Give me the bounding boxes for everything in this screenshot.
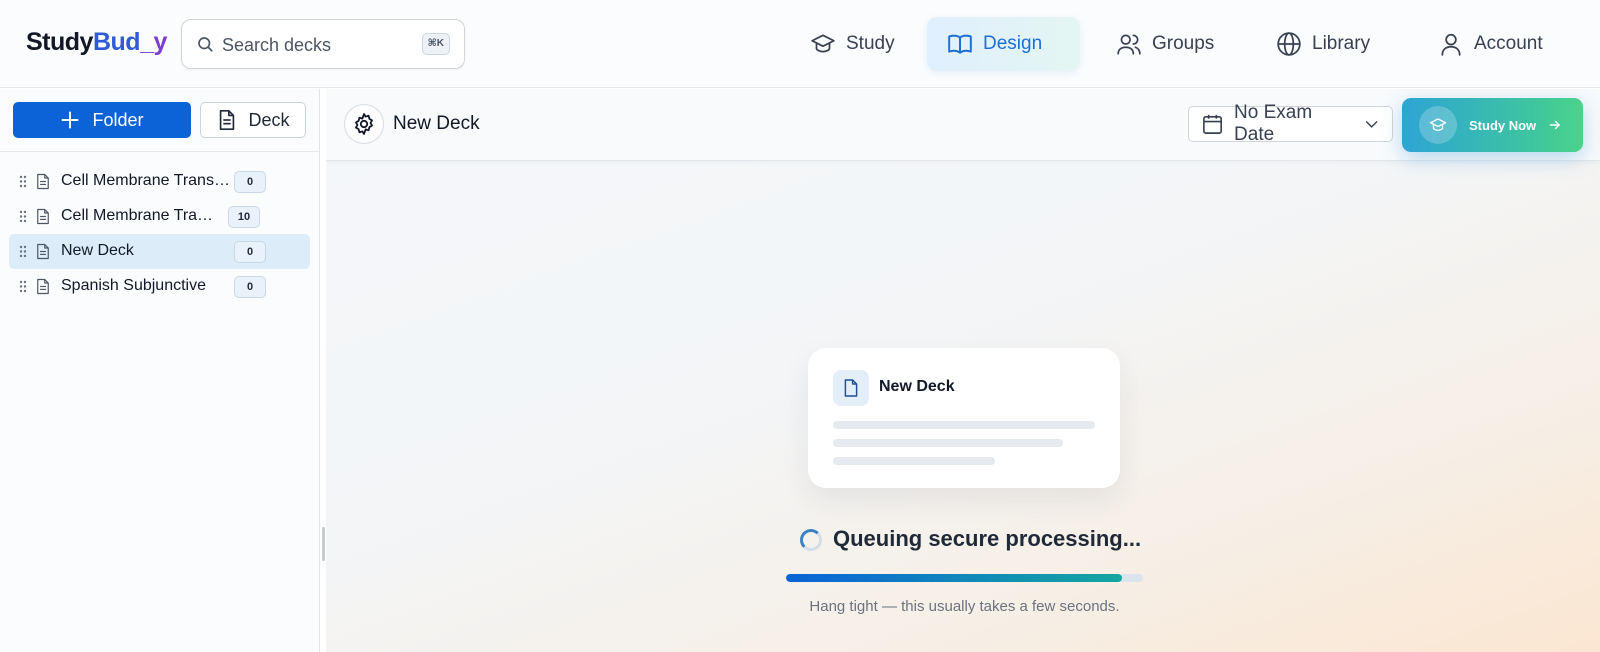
nav-design[interactable]: Design [927, 17, 1080, 71]
search-icon [198, 37, 213, 52]
nav-study[interactable]: Study [790, 17, 915, 71]
logo-text-bud: Bud [92, 28, 141, 56]
nav-account[interactable]: Account [1418, 17, 1563, 71]
deck-card-count: 0 [234, 241, 266, 263]
app-logo[interactable]: StudyBud_y [26, 28, 167, 57]
search-shortcut-badge: ⌘K [421, 33, 450, 55]
graduation-cap-icon [811, 34, 835, 53]
skeleton-line [833, 457, 995, 465]
open-book-icon [948, 34, 972, 54]
user-icon [1441, 33, 1461, 56]
deck-name: Cell Membrane Transport [61, 207, 219, 224]
document-icon [37, 278, 49, 295]
deck-list: Cell Membrane Transport 0 Cell Membrane … [0, 152, 319, 304]
logo-text-suffix: _y [140, 28, 167, 56]
processing-hint: Hang tight — this usually takes a few se… [809, 598, 1120, 615]
search-box[interactable]: ⌘K [181, 19, 465, 69]
nav-account-label: Account [1474, 33, 1543, 54]
card-title: New Deck [879, 378, 955, 395]
drag-handle-icon[interactable] [19, 280, 27, 293]
exam-date-select[interactable]: No Exam Date [1188, 102, 1393, 145]
document-icon [37, 173, 49, 190]
deck-list-item[interactable]: Cell Membrane Transport 0 [9, 164, 310, 199]
study-now-button[interactable]: Study Now [1402, 98, 1583, 152]
loading-spinner [800, 529, 822, 551]
deck-card-count: 0 [234, 276, 266, 298]
nav-design-label: Design [983, 33, 1043, 54]
deck-title: New Deck [393, 113, 480, 134]
logo-text-study: Study [26, 28, 93, 56]
deck-list-item[interactable]: Cell Membrane Transport 10 [9, 199, 310, 234]
deck-card-count: 10 [228, 206, 260, 228]
card-document-badge [833, 370, 869, 406]
search-input[interactable] [222, 32, 412, 58]
document-icon [37, 208, 49, 225]
study-now-badge [1419, 106, 1457, 144]
processing-progress-bar [786, 574, 1143, 582]
deck-toolbar: New Deck No Exam Date Study Now [326, 89, 1600, 161]
add-deck-button[interactable]: Deck [200, 102, 306, 138]
add-folder-button[interactable]: Folder [13, 102, 191, 138]
arrow-right-icon [1549, 120, 1561, 130]
graduation-cap-icon [1429, 118, 1447, 131]
nav-groups-label: Groups [1152, 33, 1215, 54]
globe-icon [1277, 32, 1301, 56]
deck-sidebar: Folder Deck Cell Membrane Transport 0 Ce… [0, 89, 320, 652]
deck-editor-panel: New Deck No Exam Date Study Now New Deck… [326, 89, 1600, 652]
nav-library-label: Library [1312, 33, 1371, 54]
progress-fill [786, 574, 1122, 582]
nav-groups[interactable]: Groups [1096, 17, 1234, 71]
top-bar: StudyBud_y ⌘K Study Design Groups Librar… [0, 0, 1600, 88]
deck-list-item[interactable]: New Deck 0 [9, 234, 310, 269]
processing-status: Queuing secure processing... [833, 526, 1142, 551]
drag-handle-icon[interactable] [19, 245, 27, 258]
study-now-label: Study Now [1469, 117, 1537, 133]
add-folder-label: Folder [92, 109, 144, 130]
deck-name: Spanish Subjunctive [61, 277, 206, 294]
drag-handle-icon[interactable] [19, 210, 27, 223]
calendar-icon [1203, 114, 1222, 134]
users-icon [1117, 34, 1141, 55]
plus-icon [61, 111, 79, 129]
deck-settings-button[interactable] [344, 104, 384, 144]
nav-library[interactable]: Library [1256, 17, 1390, 71]
document-icon [37, 243, 49, 260]
sidebar-resize-handle[interactable] [322, 527, 325, 561]
drag-handle-icon[interactable] [19, 175, 27, 188]
deck-card-count: 0 [234, 171, 266, 193]
document-icon [220, 110, 235, 130]
sidebar-toolbar: Folder Deck [0, 89, 319, 152]
deck-name: New Deck [61, 242, 134, 259]
chevron-down-icon [1365, 121, 1378, 128]
document-icon [844, 379, 858, 397]
add-deck-label: Deck [248, 109, 290, 130]
exam-date-value: No Exam Date [1234, 102, 1313, 145]
deck-list-item[interactable]: Spanish Subjunctive 0 [9, 269, 310, 304]
skeleton-line [833, 421, 1095, 429]
skeleton-line [833, 439, 1063, 447]
deck-preview-card: New Deck [808, 348, 1120, 488]
nav-study-label: Study [846, 33, 895, 54]
gear-icon [355, 113, 373, 135]
deck-name: Cell Membrane Transport [61, 172, 234, 189]
